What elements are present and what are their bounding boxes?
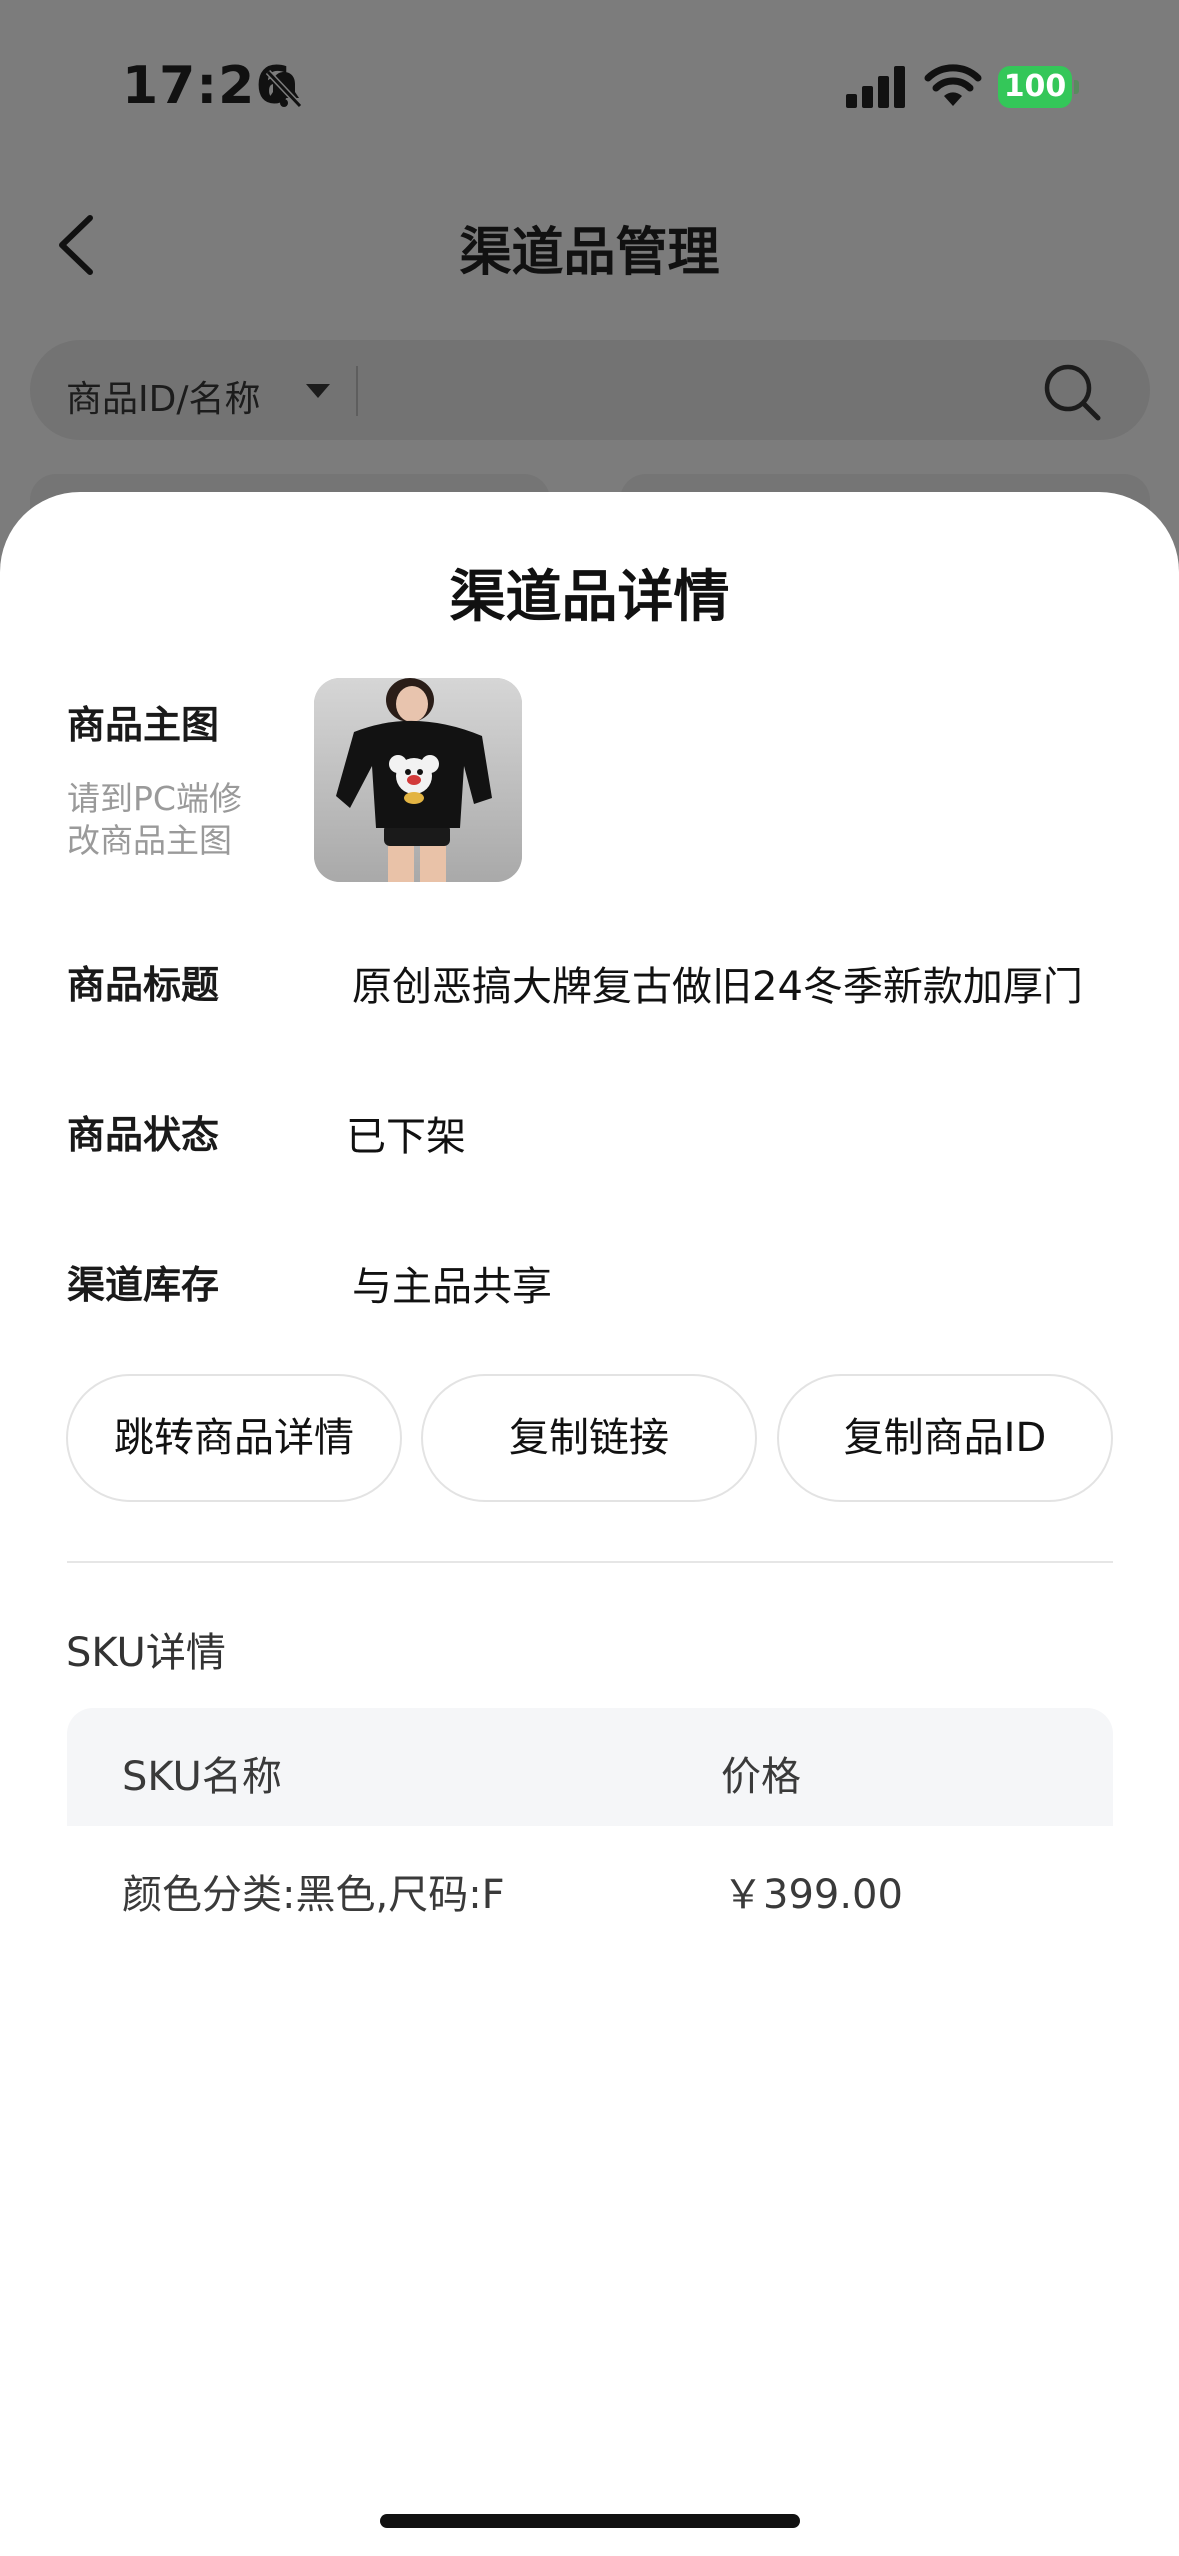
sku-header-price: 价格: [721, 1754, 801, 1800]
copy-id-button[interactable]: 复制商品ID: [777, 1374, 1113, 1502]
sku-name-cell: 颜色分类:黑色,尺码:F: [122, 1872, 505, 1918]
search-divider: [356, 366, 358, 416]
sku-section-title: SKU详情: [66, 1630, 226, 1676]
caret-down-icon[interactable]: [306, 384, 330, 398]
sku-table: SKU名称 价格 颜色分类:黑色,尺码:F ￥399.00: [67, 1708, 1113, 1944]
sheet-title: 渠道品详情: [449, 565, 730, 630]
battery-tip: [1074, 80, 1079, 94]
battery-indicator: 100: [998, 66, 1080, 108]
copy-link-button[interactable]: 复制链接: [421, 1374, 757, 1502]
product-status-value: 已下架: [346, 1114, 466, 1160]
channel-stock-value: 与主品共享: [352, 1264, 552, 1310]
search-type-selector[interactable]: 商品ID/名称: [66, 370, 260, 422]
main-image-label: 商品主图: [67, 703, 220, 747]
product-title-label: 商品标题: [67, 963, 220, 1007]
table-row: 颜色分类:黑色,尺码:F ￥399.00: [67, 1826, 1113, 1944]
search-bar[interactable]: 商品ID/名称: [30, 340, 1150, 440]
home-indicator[interactable]: [380, 2514, 800, 2528]
product-photo-placeholder: [314, 678, 522, 882]
sku-price-cell: ￥399.00: [723, 1872, 903, 1918]
page-title: 渠道品管理: [459, 223, 720, 283]
bell-muted-icon: [265, 69, 303, 109]
signal-icon: [846, 66, 905, 108]
product-status-label: 商品状态: [67, 1113, 220, 1157]
product-title-value: 原创恶搞大牌复古做旧24冬季新款加厚门: [352, 964, 1082, 1010]
battery-level: 100: [998, 66, 1072, 108]
search-icon[interactable]: [1042, 362, 1102, 422]
channel-stock-label: 渠道库存: [67, 1263, 220, 1307]
wifi-icon: [924, 64, 982, 106]
main-image-hint: 请到PC端修改商品主图: [67, 779, 242, 860]
product-main-image[interactable]: [314, 678, 522, 882]
goto-detail-button[interactable]: 跳转商品详情: [66, 1374, 402, 1502]
screen: 17:26 100 渠道品管理 商品ID/名称 渠道品详情 商品主图 请到PC端…: [0, 0, 1179, 2556]
section-divider: [67, 1561, 1113, 1563]
sku-header-name: SKU名称: [122, 1754, 282, 1800]
sku-table-header: SKU名称 价格: [67, 1708, 1113, 1826]
